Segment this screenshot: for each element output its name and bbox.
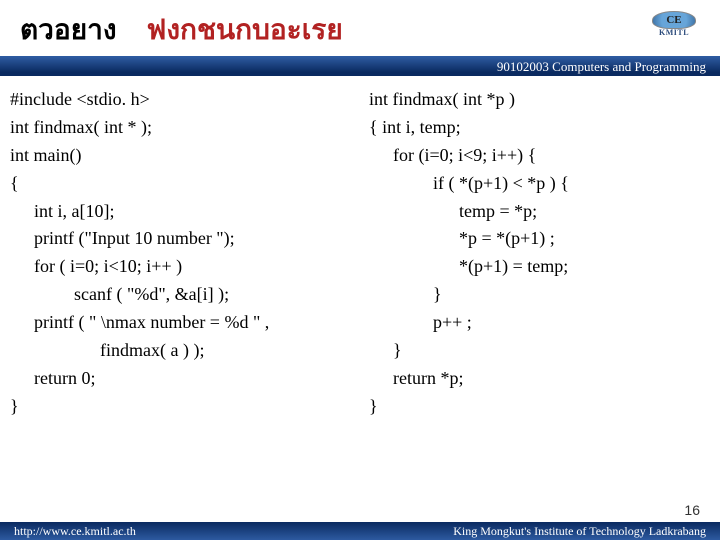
logo-text-top: CE — [652, 11, 696, 29]
code-line: if ( *(p+1) < *p ) { — [369, 170, 712, 198]
code-line: findmax( a ) ); — [10, 337, 353, 365]
example-label: ตวอยาง — [20, 8, 117, 52]
page-number: 16 — [684, 502, 700, 518]
code-line: printf ("Input 10 number "); — [10, 225, 353, 253]
course-bar: 90102003 Computers and Programming — [0, 56, 720, 76]
footer-url: http://www.ce.kmitl.ac.th — [14, 524, 136, 539]
code-line: int findmax( int *p ) — [369, 86, 712, 114]
footer-institution: King Mongkut's Institute of Technology L… — [453, 524, 706, 539]
institution-logo: CE KMITL — [646, 6, 702, 42]
code-line: *(p+1) = temp; — [369, 253, 712, 281]
code-line: } — [369, 337, 712, 365]
slide-header: ตวอยาง ฟงกชนกบอะเรย — [0, 0, 720, 56]
code-line: p++ ; — [369, 309, 712, 337]
code-line: for (i=0; i<9; i++) { — [369, 142, 712, 170]
code-line: printf ( " \nmax number = %d " , — [10, 309, 353, 337]
code-content: #include <stdio. h> int findmax( int * )… — [0, 76, 720, 421]
code-line: } — [369, 393, 712, 421]
code-line: return 0; — [10, 365, 353, 393]
code-right-column: int findmax( int *p ) { int i, temp; for… — [359, 86, 712, 421]
code-line: int main() — [10, 142, 353, 170]
footer-bar: http://www.ce.kmitl.ac.th King Mongkut's… — [0, 522, 720, 540]
code-line: *p = *(p+1) ; — [369, 225, 712, 253]
code-line: for ( i=0; i<10; i++ ) — [10, 253, 353, 281]
code-line: temp = *p; — [369, 198, 712, 226]
code-line: } — [369, 281, 712, 309]
code-line: { — [10, 170, 353, 198]
code-line: #include <stdio. h> — [10, 86, 353, 114]
code-line: int findmax( int * ); — [10, 114, 353, 142]
code-line: return *p; — [369, 365, 712, 393]
code-line: scanf ( "%d", &a[i] ); — [10, 281, 353, 309]
logo-text-bottom: KMITL — [659, 28, 689, 37]
slide-title: ฟงกชนกบอะเรย — [147, 8, 343, 52]
code-line: { int i, temp; — [369, 114, 712, 142]
course-code: 90102003 Computers and Programming — [497, 59, 706, 75]
code-line: int i, a[10]; — [10, 198, 353, 226]
code-left-column: #include <stdio. h> int findmax( int * )… — [8, 86, 359, 421]
code-line: } — [10, 393, 353, 421]
